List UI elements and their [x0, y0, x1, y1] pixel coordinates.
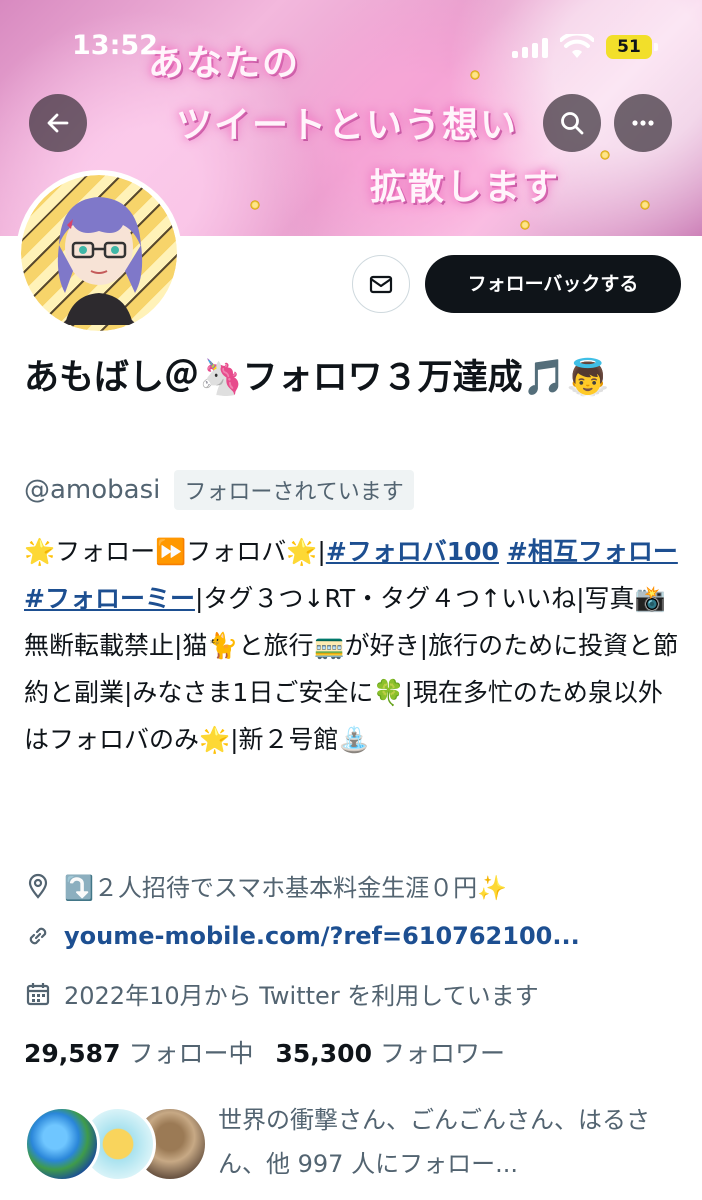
following-count: 29,587 [24, 1039, 121, 1068]
hashtag-link[interactable]: #フォローミー [24, 584, 195, 613]
battery-indicator: 51 [606, 35, 652, 59]
sparkle-decoration [250, 200, 260, 210]
website-link[interactable]: youme-mobile.com/?ref=610762100... [64, 922, 580, 950]
location-text: ⤵️２人招待でスマホ基本料金生涯０円✨ [64, 874, 508, 902]
search-icon [561, 112, 584, 135]
profile-bio: 🌟フォロー⏩フォロバ🌟|#フォロバ100 #相互フォロー #フォローミー|タグ３… [24, 528, 684, 763]
bio-space [499, 537, 507, 566]
followers-stat[interactable]: 35,300 フォロワー [276, 1034, 506, 1070]
more-horizontal-icon [632, 120, 654, 126]
follow-stats: 29,587 フォロー中 35,300 フォロワー [24, 1034, 505, 1070]
arrow-left-icon [47, 113, 69, 133]
hashtag-link[interactable]: #フォロバ100 [326, 537, 499, 566]
display-name: あもばし＠🦄フォロワ３万達成🎵👼 [24, 358, 610, 398]
website-row: youme-mobile.com/?ref=610762100... [24, 922, 580, 950]
message-button[interactable] [352, 255, 410, 313]
cellular-signal-icon [512, 38, 548, 58]
avatar [24, 1106, 100, 1182]
following-stat[interactable]: 29,587 フォロー中 [24, 1034, 254, 1070]
wifi-icon [560, 34, 594, 58]
follow-back-button[interactable]: フォローバックする [425, 255, 681, 313]
location-pin-icon [28, 873, 48, 899]
banner-text-line2: ツイートという想い [176, 105, 519, 146]
profile-avatar[interactable] [16, 170, 182, 336]
more-options-button[interactable] [614, 94, 672, 152]
username-handle: @amobasi [24, 475, 161, 505]
mutual-followers-text: 世界の衝撃さん、ごんごんさん、はるさん、他 997 人にフォロー... [218, 1106, 650, 1178]
follows-you-badge: フォローされています [174, 470, 414, 510]
calendar-icon [26, 982, 50, 1005]
anime-character-avatar-image [57, 197, 143, 325]
handle-row: @amobasi フォローされています [24, 470, 414, 510]
followers-count: 35,300 [275, 1039, 372, 1068]
banner-text-line3: 拡散します [370, 167, 561, 208]
battery-tip [654, 43, 658, 51]
search-button[interactable] [543, 94, 601, 152]
sparkle-decoration [640, 200, 650, 210]
mutual-avatars [24, 1106, 208, 1184]
followers-label: フォロワー [379, 1039, 505, 1068]
hashtag-link[interactable]: #相互フォロー [507, 537, 678, 566]
status-time: 13:52 [72, 30, 158, 61]
following-label: フォロー中 [128, 1039, 254, 1068]
sparkle-decoration [600, 150, 610, 160]
join-date-row: 2022年10月から Twitter を利用しています [24, 976, 539, 1011]
bio-text: 🌟フォロー⏩フォロバ🌟| [24, 537, 326, 566]
location-row: ⤵️２人招待でスマホ基本料金生涯０円✨ [24, 868, 507, 903]
join-date-text: 2022年10月から Twitter を利用しています [64, 982, 539, 1010]
status-bar: 13:52 51 [0, 0, 702, 90]
envelope-icon [369, 275, 393, 294]
sparkle-decoration [520, 220, 530, 230]
back-button[interactable] [29, 94, 87, 152]
followers-you-know[interactable]: 世界の衝撃さん、ごんごんさん、はるさん、他 997 人にフォロー... [24, 1098, 694, 1194]
link-icon [29, 927, 47, 945]
